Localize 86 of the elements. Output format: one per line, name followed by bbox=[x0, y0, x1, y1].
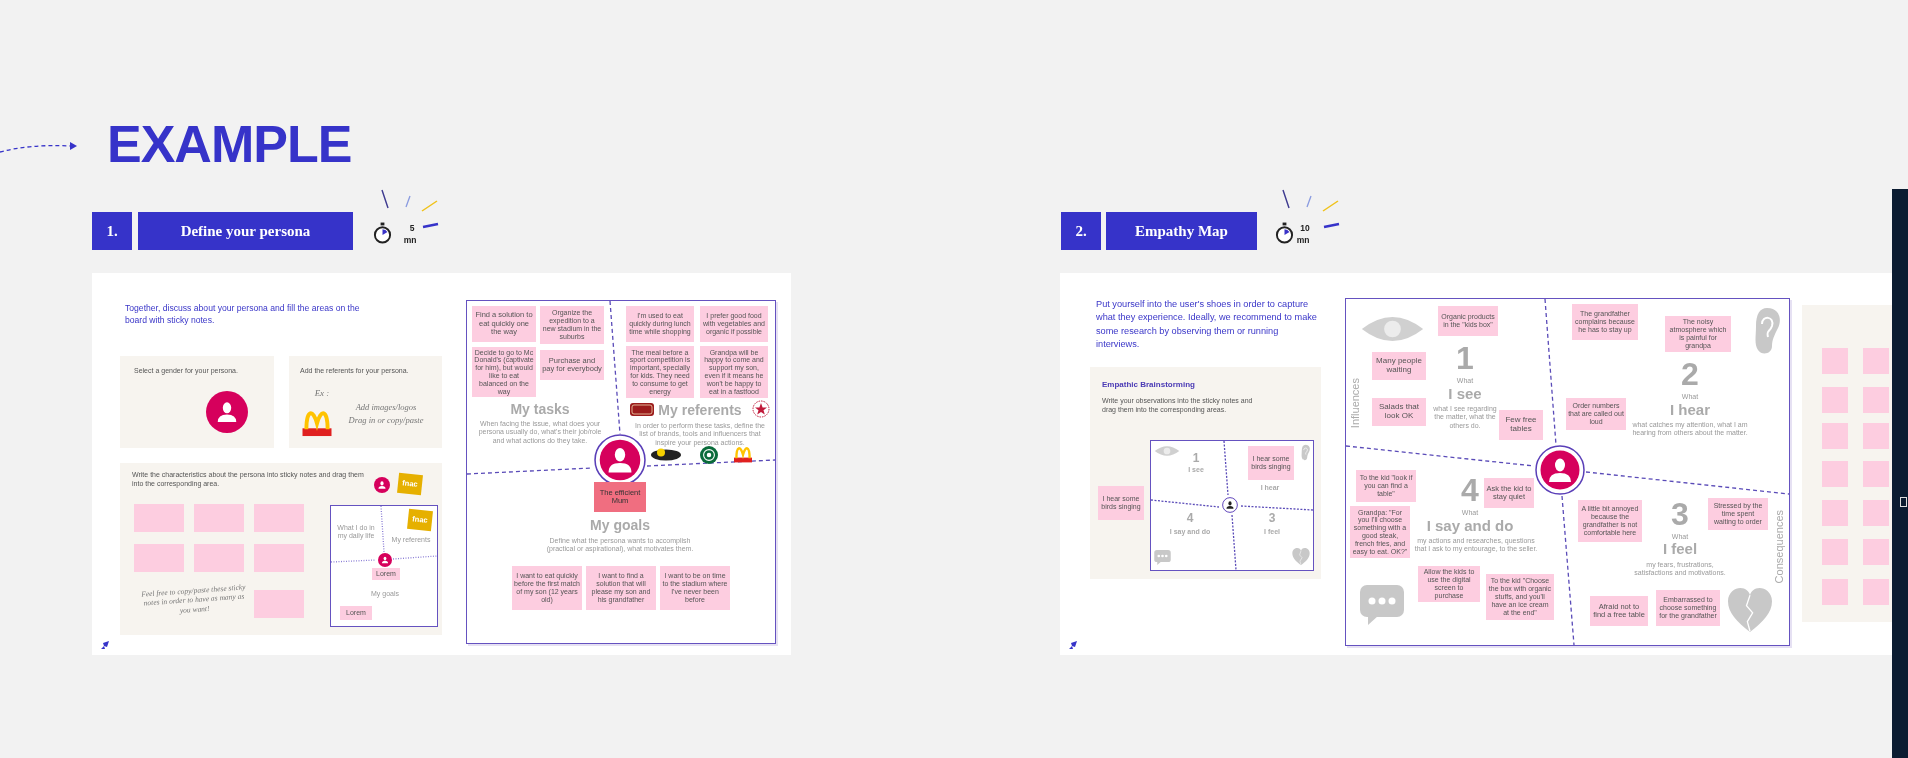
star-logo bbox=[752, 400, 770, 418]
blank-sticky-note bbox=[1822, 500, 1848, 526]
dashed-line bbox=[1231, 514, 1237, 571]
blank-sticky-note bbox=[1863, 500, 1889, 526]
quadrant-title: I feel bbox=[1662, 541, 1698, 556]
timer-unit: mn bbox=[1295, 236, 1311, 246]
avatar-icon bbox=[206, 391, 248, 433]
blank-sticky-note bbox=[1863, 423, 1889, 449]
axis-label: Influences bbox=[1350, 378, 1362, 429]
sticky-note: Salads that look OK bbox=[1372, 398, 1426, 426]
step-title: Define your persona bbox=[138, 212, 353, 250]
ear-icon bbox=[1300, 444, 1311, 461]
quadrant-title: My goals bbox=[590, 518, 650, 532]
step-title: Empathy Map bbox=[1106, 212, 1257, 250]
quadrant-number: 1 bbox=[1456, 342, 1474, 374]
step-number: 2. bbox=[1061, 212, 1101, 250]
sticky-note: Many people waiting bbox=[1372, 352, 1426, 380]
round-logo bbox=[700, 446, 718, 464]
blank-sticky-note bbox=[1863, 461, 1889, 487]
quadrant-number: 2 bbox=[1681, 358, 1699, 390]
blank-sticky-note bbox=[1863, 539, 1889, 565]
blank-sticky-note bbox=[1822, 579, 1848, 605]
avatar-icon bbox=[378, 553, 392, 567]
blank-sticky-note bbox=[134, 504, 184, 532]
blank-sticky-note bbox=[1822, 348, 1848, 374]
blank-sticky-note bbox=[1822, 387, 1848, 413]
page-title: EXAMPLE bbox=[107, 118, 353, 174]
arches-logo bbox=[302, 408, 332, 437]
burst-drawing bbox=[380, 188, 440, 230]
broken-heart-icon bbox=[1292, 548, 1310, 566]
blank-sticky-note bbox=[1822, 461, 1848, 487]
blank-sticky-note bbox=[254, 504, 304, 532]
quadrant-number: 4 bbox=[1461, 474, 1479, 506]
ear-icon bbox=[1752, 306, 1782, 356]
instructions-text: Put yourself into the user's shoes in order to capture what they experience. Ideally, we recommend to make some research by observing them or running interviews. bbox=[1096, 298, 1318, 352]
blank-sticky-note bbox=[194, 544, 244, 572]
dashed-line bbox=[380, 505, 385, 553]
dashed-line bbox=[330, 559, 377, 563]
blank-sticky-note bbox=[134, 544, 184, 572]
badge-logo bbox=[630, 403, 654, 416]
sticky-note: Few free tables bbox=[1499, 410, 1543, 440]
dashed-line bbox=[392, 555, 438, 560]
timer-duration: 10 bbox=[1299, 224, 1311, 234]
quadrant-title: My tasks bbox=[510, 402, 570, 416]
quadrant-number: 1 bbox=[1192, 452, 1200, 464]
quadrant-number: 4 bbox=[1186, 512, 1194, 524]
chat-icon bbox=[1154, 550, 1171, 565]
hint-text: Add images/logos bbox=[354, 402, 418, 413]
stopwatch-icon bbox=[1275, 221, 1294, 245]
quadrant-title: My referents bbox=[658, 403, 742, 417]
blank-sticky-note bbox=[1863, 579, 1889, 605]
blank-sticky-note bbox=[1822, 539, 1848, 565]
rocket-icon bbox=[1068, 640, 1078, 650]
stopwatch-icon bbox=[373, 221, 392, 245]
square-icon bbox=[1900, 497, 1907, 507]
rocket-icon bbox=[100, 640, 110, 650]
burst-drawing bbox=[1281, 188, 1341, 230]
quadrant-title: I say and do bbox=[1426, 518, 1514, 533]
axis-label: Consequences bbox=[1774, 510, 1786, 584]
chat-icon bbox=[1360, 585, 1404, 625]
avatar-icon bbox=[1222, 497, 1238, 513]
panel-title: Empathic Brainstorming bbox=[1102, 379, 1196, 391]
dashed-line bbox=[1150, 499, 1220, 508]
broken-heart-icon bbox=[1728, 588, 1772, 634]
eye-icon bbox=[1154, 444, 1180, 458]
avatar-icon bbox=[1535, 445, 1585, 495]
quadrant-title: I hear bbox=[1670, 402, 1710, 417]
dashed-line bbox=[1223, 440, 1229, 496]
blank-sticky-note bbox=[1822, 423, 1848, 449]
avatar-icon bbox=[374, 477, 390, 493]
timer-unit: mn bbox=[402, 236, 418, 246]
quadrant-number: 3 bbox=[1671, 498, 1689, 530]
example-label: Ex : bbox=[313, 388, 331, 400]
emblem-logo bbox=[650, 448, 682, 461]
arches-logo bbox=[734, 445, 752, 463]
blank-sticky-note bbox=[1863, 348, 1889, 374]
instructions-text: Together, discuss about your persona and fill the areas on the board with sticky notes. bbox=[125, 302, 361, 327]
step-number: 1. bbox=[92, 212, 132, 250]
quadrant-number: 3 bbox=[1268, 512, 1276, 524]
blank-sticky-note bbox=[254, 544, 304, 572]
blank-sticky-note bbox=[254, 590, 304, 618]
hint-text: Drag in or copy/paste bbox=[347, 415, 425, 426]
blank-sticky-note bbox=[194, 504, 244, 532]
blank-sticky-note bbox=[1863, 387, 1889, 413]
quadrant-title: I see bbox=[1448, 386, 1482, 401]
timer-duration: 5 bbox=[408, 224, 416, 234]
